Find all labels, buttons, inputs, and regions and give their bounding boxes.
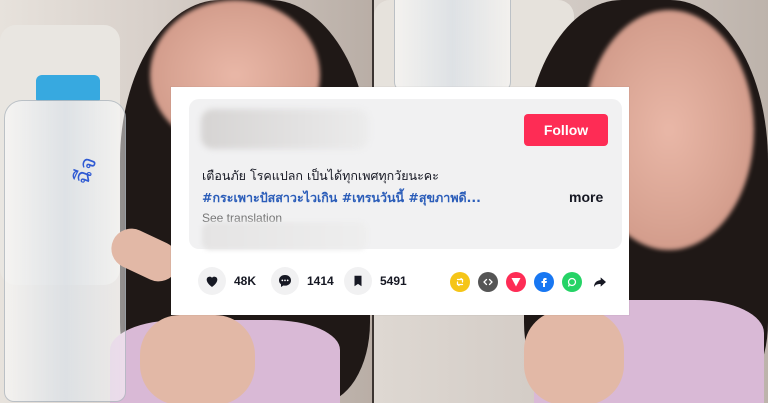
like-stat[interactable]: 48K xyxy=(198,267,256,295)
whatsapp-icon[interactable] xyxy=(562,272,582,292)
repost-icon[interactable] xyxy=(450,272,470,292)
send-icon[interactable] xyxy=(506,272,526,292)
post-hashtags[interactable]: #กระเพาะปัสสาวะไวเกิน #เทรนวันนี้ #สุขภา… xyxy=(202,188,542,208)
blurred-username xyxy=(201,109,369,149)
bookmark-icon[interactable] xyxy=(344,267,372,295)
water-bottle: ฉีจ xyxy=(4,100,126,402)
save-count: 5491 xyxy=(380,274,407,288)
comment-stat[interactable]: 1414 xyxy=(271,267,334,295)
water-bottle xyxy=(394,0,511,92)
facebook-icon[interactable] xyxy=(534,272,554,292)
comment-count: 1414 xyxy=(307,274,334,288)
hand xyxy=(140,315,255,403)
heart-icon[interactable] xyxy=(198,267,226,295)
share-arrow-icon[interactable] xyxy=(590,272,610,292)
like-count: 48K xyxy=(234,274,257,288)
embed-icon[interactable] xyxy=(478,272,498,292)
save-stat[interactable]: 5491 xyxy=(344,267,407,295)
comment-icon[interactable] xyxy=(271,267,299,295)
bottle-label: ฉีจ xyxy=(69,153,103,189)
more-link[interactable]: more xyxy=(569,189,603,205)
blurred-sound-line xyxy=(202,222,367,250)
hand xyxy=(524,310,624,403)
post-caption: เตือนภัย โรคแปลก เป็นได้ทุกเพศทุกวัยนะคะ xyxy=(202,168,439,183)
bottle-cap xyxy=(36,75,100,101)
tiktok-post-card: Follow เตือนภัย โรคแปลก เป็นได้ทุกเพศทุก… xyxy=(171,87,629,315)
follow-button[interactable]: Follow xyxy=(524,114,608,146)
